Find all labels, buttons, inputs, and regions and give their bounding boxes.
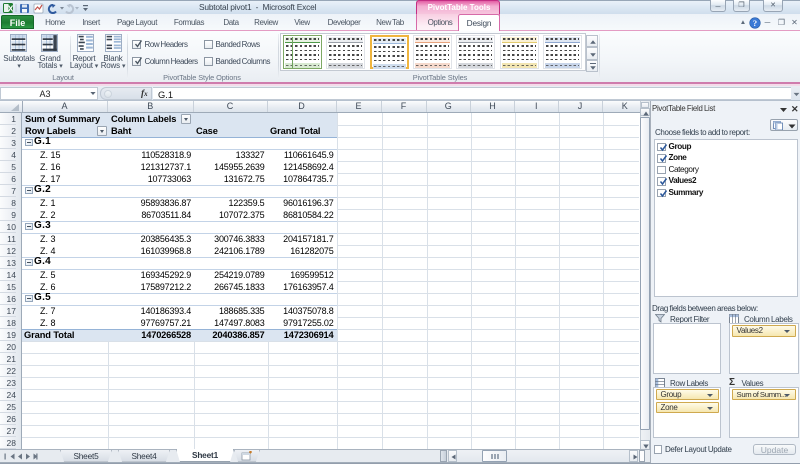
svg-text:X: X bbox=[8, 3, 14, 13]
svg-text:?: ? bbox=[753, 18, 757, 28]
